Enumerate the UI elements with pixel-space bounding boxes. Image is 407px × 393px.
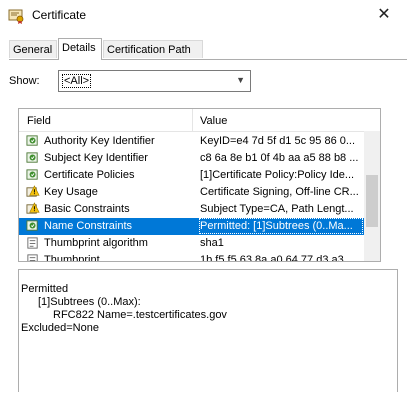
row-field-value: KeyID=e4 7d 5f d1 5c 95 86 0... bbox=[200, 135, 356, 147]
list-row[interactable]: Key Usage Certificate Signing, Off-line C… bbox=[19, 184, 364, 201]
list-row[interactable]: Certificate Policies [1]Certificate Polic… bbox=[19, 167, 364, 184]
tab-certification-path[interactable]: Certification Path bbox=[103, 40, 203, 58]
close-icon: ✕ bbox=[377, 6, 391, 23]
row-field-name: Thumbprint bbox=[44, 254, 100, 262]
list-header: Field Value bbox=[19, 109, 380, 132]
property-icon bbox=[27, 237, 38, 249]
certificate-icon bbox=[8, 9, 24, 24]
list-row[interactable]: Subject Key Identifier c8 6a 8e b1 0f 4b … bbox=[19, 150, 364, 167]
critical-extension-icon bbox=[26, 185, 40, 197]
focus-rectangle bbox=[199, 218, 363, 234]
row-field-value: c8 6a 8e b1 0f 4b aa a5 88 b8 ... bbox=[200, 152, 359, 164]
row-field-value: [1]Certificate Policy:Policy Ide... bbox=[200, 169, 355, 181]
show-dropdown[interactable]: <All> ▼ bbox=[58, 70, 251, 92]
vertical-scrollbar[interactable] bbox=[364, 131, 380, 261]
list-row[interactable]: Thumbprint 1b f5 f5 63 8a a0 64 77 d3 a3 … bbox=[19, 252, 364, 262]
close-button[interactable]: ✕ bbox=[361, 0, 407, 30]
list-row[interactable]: Basic Constraints Subject Type=CA, Path L… bbox=[19, 201, 364, 218]
row-field-name: Name Constraints bbox=[44, 220, 133, 232]
extension-icon bbox=[26, 152, 38, 163]
row-field-name: Authority Key Identifier bbox=[44, 135, 155, 147]
window-title: Certificate bbox=[32, 8, 87, 22]
row-field-value: Subject Type=CA, Path Lengt... bbox=[200, 203, 354, 215]
show-label: Show: bbox=[9, 75, 40, 87]
column-header-field[interactable]: Field bbox=[27, 115, 51, 127]
field-detail-textbox[interactable]: Permitted [1]Subtrees (0..Max): RFC822 N… bbox=[18, 269, 398, 392]
tab-general[interactable]: General bbox=[9, 40, 57, 58]
chevron-down-icon: ▼ bbox=[236, 75, 245, 85]
row-field-value: 1b f5 f5 63 8a a0 64 77 d3 a3 ... bbox=[200, 254, 356, 262]
scrollbar-thumb[interactable] bbox=[366, 175, 378, 227]
tab-details[interactable]: Details bbox=[58, 38, 102, 60]
row-field-name: Certificate Policies bbox=[44, 169, 135, 181]
detail-line: RFC822 Name=.testcertificates.gov bbox=[53, 309, 227, 321]
field-list[interactable]: Field Value Authority Key Identifier KeyI… bbox=[18, 108, 381, 262]
row-field-name: Subject Key Identifier bbox=[44, 152, 148, 164]
column-divider[interactable] bbox=[192, 109, 193, 131]
extension-icon bbox=[26, 220, 38, 231]
row-field-name: Thumbprint algorithm bbox=[44, 237, 148, 249]
row-field-name: Basic Constraints bbox=[44, 203, 130, 215]
detail-line: Excluded=None bbox=[21, 322, 99, 334]
list-row[interactable]: Authority Key Identifier KeyID=e4 7d 5f d… bbox=[19, 133, 364, 150]
row-field-name: Key Usage bbox=[44, 186, 98, 198]
property-icon bbox=[27, 254, 38, 261]
detail-line: [1]Subtrees (0..Max): bbox=[38, 296, 141, 308]
show-dropdown-value: <All> bbox=[62, 74, 92, 88]
extension-icon bbox=[26, 169, 38, 180]
list-row[interactable]: Name Constraints Permitted: [1]Subtrees (… bbox=[19, 218, 364, 235]
title-bar: Certificate ✕ bbox=[0, 0, 407, 32]
extension-icon bbox=[26, 135, 38, 146]
row-field-value: sha1 bbox=[200, 237, 224, 249]
list-row[interactable]: Thumbprint algorithm sha1 bbox=[19, 235, 364, 252]
detail-line: Permitted bbox=[21, 283, 69, 295]
critical-extension-icon bbox=[26, 202, 40, 214]
column-header-value[interactable]: Value bbox=[200, 115, 227, 127]
row-field-value: Certificate Signing, Off-line CR... bbox=[200, 186, 359, 198]
